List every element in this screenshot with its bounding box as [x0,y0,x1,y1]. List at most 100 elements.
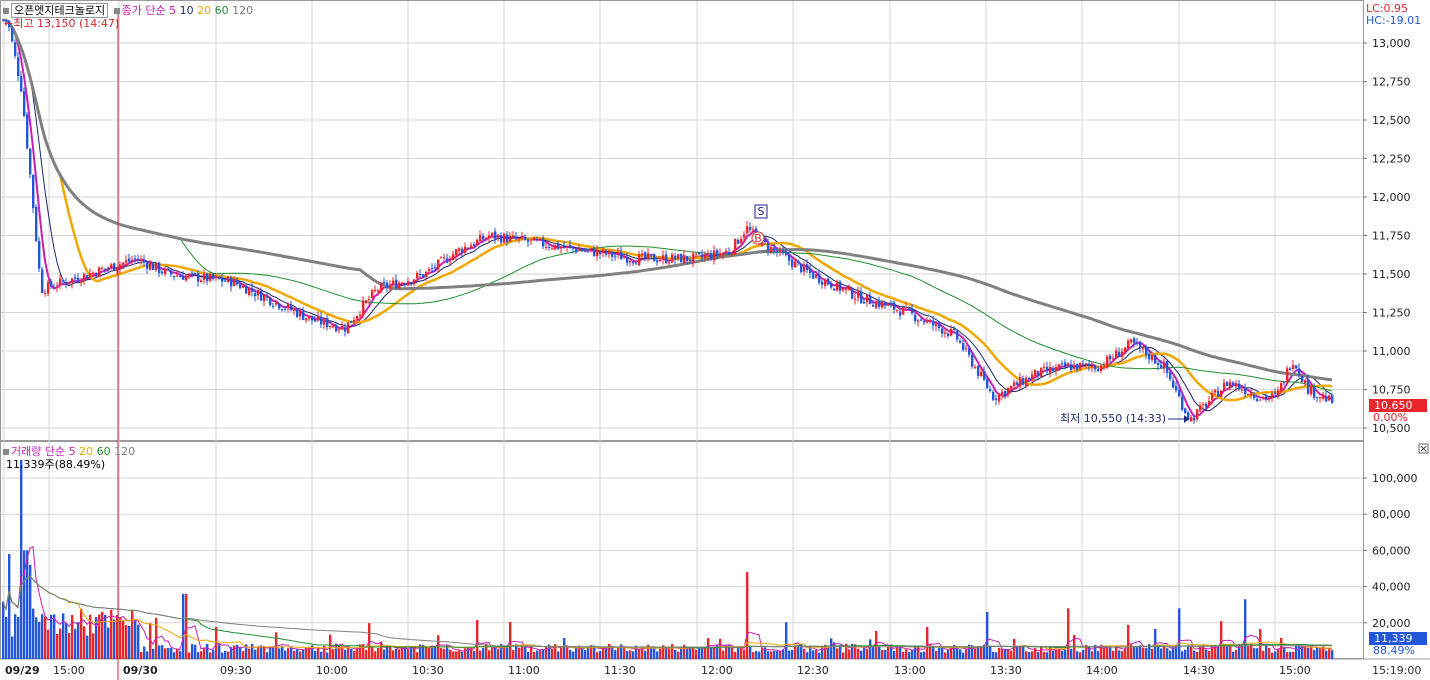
stock-chart[interactable]: 09/29 15:00 09/30 09:30 10:00 10:30 11:00 11:30… [0,0,1430,680]
volume-bar [986,611,989,659]
ma-type-label: 단순 [145,4,166,17]
candle [1301,375,1304,383]
volume-bar [584,650,587,659]
volume-y-tick-label: 100,000 [1372,472,1418,485]
volume-bar [539,650,542,659]
volume-bar [842,652,845,659]
volume-bar [740,646,743,659]
volume-bar [416,652,419,659]
volume-bar [707,638,710,659]
x-tick-label: 13:30 [990,664,1022,677]
volume-bar [302,649,305,659]
volume-bar [176,648,179,659]
volume-bar [1229,644,1232,659]
candle [32,174,35,214]
volume-bar [941,646,944,659]
volume-bar [926,626,929,659]
volume-bar [863,646,866,659]
volume-bar [1277,649,1280,659]
volume-bar [833,642,836,659]
volume-bar [989,645,992,659]
volume-bar [449,649,452,659]
volume-bar [131,609,134,659]
volume-bar [1031,651,1034,659]
volume-bar [92,633,95,659]
volume-bar [581,647,584,659]
volume-bar [1166,648,1169,659]
volume-bar [908,652,911,659]
y-tick-label: 10,750 [1372,384,1411,397]
volume-bar [632,651,635,659]
panel-handle-icon[interactable] [3,8,9,14]
volume-bar [686,647,689,659]
volume-bar [1115,646,1118,659]
close-volume-panel-icon[interactable]: × [1418,442,1429,455]
volume-bar [830,638,833,659]
volume-bar [794,645,797,659]
volume-bar [1247,646,1250,659]
volume-bar [209,652,212,659]
volume-bar [704,647,707,659]
panel-handle-icon[interactable] [3,449,9,455]
volume-bar [524,646,527,659]
volume-bar [1283,647,1286,659]
volume-bar [458,650,461,659]
x-tick-label: 09:30 [220,664,252,677]
x-tick-label: 10:00 [316,664,348,677]
volume-bar [1295,645,1298,659]
volume-bar [1022,646,1025,659]
volume-bar [479,650,482,659]
volume-bar [629,650,632,659]
volume-bar [944,652,947,659]
volume-bar [770,651,773,659]
volume-bar [587,647,590,659]
volume-y-tick-label: 80,000 [1372,508,1411,521]
x-tick-label: 12:00 [701,664,733,677]
volume-bar [212,649,215,659]
volume-bar [353,650,356,659]
volume-bar [140,651,143,659]
volume-bar [527,651,530,659]
volume-bar [551,649,554,659]
volume-bar [788,650,791,659]
volume-bar [281,646,284,659]
volume-bar [404,647,407,659]
volume-bar [734,651,737,659]
volume-bar [290,647,293,659]
volume-bar [50,614,53,659]
volume-bar [134,619,137,659]
sell-marker[interactable]: S [754,204,768,219]
volume-bar [233,645,236,659]
volume-bar [626,651,629,659]
volume-bar [74,629,77,659]
volume-bar [1172,647,1175,659]
volume-bar [1235,649,1238,659]
volume-bar [287,648,290,659]
volume-bar [1016,646,1019,659]
volume-bar [1052,650,1055,659]
volume-bar [143,646,146,659]
volume-bar [347,647,350,659]
volume-bar [1037,652,1040,659]
volume-bar [44,616,47,659]
candle [503,232,506,244]
candle [371,289,374,299]
volume-bar [692,647,695,659]
volume-bar [1196,651,1199,659]
candle [347,322,350,335]
candle [350,320,353,323]
volume-bar [254,649,257,659]
volume-bar [959,649,962,659]
volume-bar [668,648,671,659]
volume-bar [1067,608,1070,659]
volume-bar [1319,647,1322,659]
volume-bar [1325,650,1328,659]
volume-ma-120: 120 [114,445,136,458]
volume-bar [701,646,704,659]
volume-bar [1187,646,1190,659]
volume-bar [503,646,506,659]
volume-bar [170,648,173,659]
volume-bar [476,619,479,659]
volume-bar [899,646,902,659]
panel-handle-icon[interactable] [113,8,120,14]
